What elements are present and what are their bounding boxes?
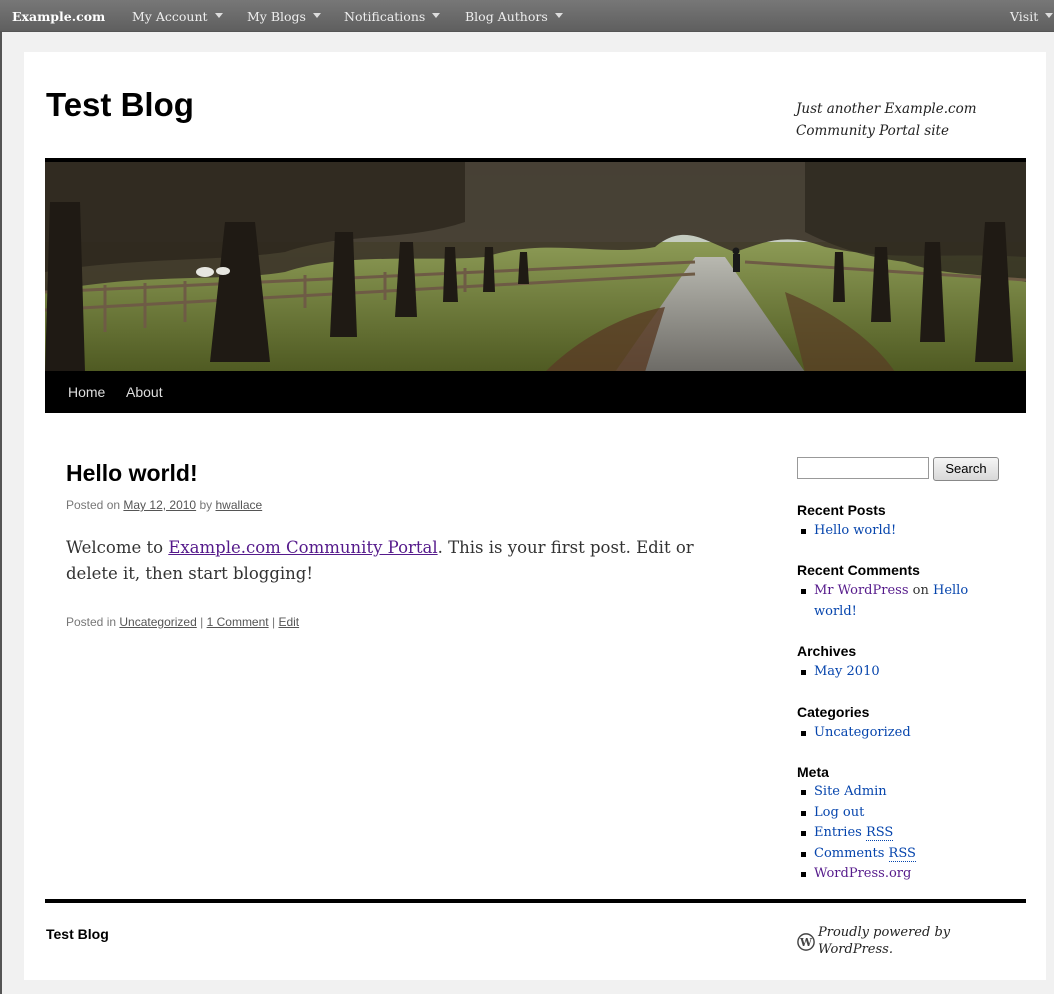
- list-item: May 2010: [800, 662, 880, 683]
- community-portal-link[interactable]: Example.com Community Portal: [168, 538, 437, 557]
- svg-text:W: W: [799, 936, 813, 949]
- search-input[interactable]: [797, 457, 929, 479]
- list-item: Uncategorized: [800, 723, 911, 744]
- chevron-down-icon: [1045, 13, 1054, 18]
- chevron-down-icon: [214, 13, 223, 18]
- adminbar-visit-menu[interactable]: Visit: [1010, 9, 1054, 24]
- archive-link[interactable]: May 2010: [814, 664, 880, 679]
- adminbar-site-link[interactable]: Example.com: [12, 9, 105, 24]
- footer-divider: [45, 899, 1026, 903]
- list-item: Mr WordPress on Hello world!: [800, 581, 980, 622]
- entries-rss-link[interactable]: Entries RSS: [814, 825, 894, 841]
- adminbar-notifications-menu[interactable]: Notifications: [344, 9, 441, 24]
- chevron-down-icon: [432, 13, 441, 18]
- comments-label: Comments: [814, 845, 885, 861]
- archives-list: May 2010: [800, 662, 880, 683]
- powered-by-link[interactable]: Proudly powered by WordPress.: [818, 924, 968, 958]
- recent-posts-list: Hello world!: [800, 521, 896, 542]
- main-navigation: Home About: [45, 371, 1026, 413]
- posted-in-label: Posted in: [66, 615, 117, 629]
- site-admin-link[interactable]: Site Admin: [814, 784, 887, 799]
- tree-lined-path-image: [45, 162, 1026, 372]
- adminbar-menu-label: My Blogs: [247, 9, 306, 24]
- post-body-text: Welcome to: [66, 538, 164, 557]
- adminbar-blog-authors-menu[interactable]: Blog Authors: [465, 9, 563, 24]
- chevron-down-icon: [554, 13, 563, 18]
- rss-abbr: RSS: [865, 825, 894, 841]
- chevron-down-icon: [312, 13, 321, 18]
- post-content: Welcome to Example.com Community Portal.…: [66, 535, 726, 587]
- post-footer-meta: Posted in Uncategorized | 1 Comment | Ed…: [66, 615, 299, 629]
- window-edge: [0, 32, 2, 994]
- post-date-link[interactable]: May 12, 2010: [123, 498, 196, 512]
- categories-heading: Categories: [797, 704, 870, 720]
- on-label: on: [912, 583, 929, 598]
- recent-post-link[interactable]: Hello world!: [814, 523, 896, 538]
- list-item: WordPress.org: [800, 864, 916, 885]
- adminbar-menu-label: Blog Authors: [465, 9, 548, 24]
- site-title[interactable]: Test Blog: [46, 86, 194, 124]
- comments-rss-link[interactable]: Comments RSS: [814, 845, 916, 862]
- edit-post-link[interactable]: Edit: [278, 615, 299, 629]
- search-button[interactable]: Search: [933, 457, 999, 481]
- comments-link[interactable]: 1 Comment: [207, 615, 269, 629]
- list-item: Comments RSS: [800, 844, 916, 865]
- post-title[interactable]: Hello world!: [66, 460, 198, 487]
- adminbar-my-blogs-menu[interactable]: My Blogs: [247, 9, 321, 24]
- separator: |: [200, 615, 204, 629]
- adminbar-menu-label: My Account: [132, 9, 208, 24]
- comment-author-link[interactable]: Mr WordPress: [814, 583, 909, 598]
- nav-item-home[interactable]: Home: [68, 384, 105, 400]
- site-description: Just another Example.com Community Porta…: [796, 101, 977, 139]
- recent-comments-list: Mr WordPress on Hello world!: [800, 581, 980, 622]
- adminbar-menu-label: Notifications: [344, 9, 426, 24]
- nav-item-about[interactable]: About: [126, 384, 163, 400]
- footer-site-title[interactable]: Test Blog: [46, 926, 109, 942]
- categories-list: Uncategorized: [800, 723, 911, 744]
- posted-on-label: Posted on: [66, 498, 121, 512]
- post-author-link[interactable]: hwallace: [215, 498, 262, 512]
- list-item: Hello world!: [800, 521, 896, 542]
- by-label: by: [199, 498, 213, 512]
- adminbar-my-account-menu[interactable]: My Account: [132, 9, 223, 24]
- wordpress-icon[interactable]: W: [797, 933, 815, 951]
- meta-list: Site Admin Log out Entries RSS Comments …: [800, 782, 916, 885]
- category-link[interactable]: Uncategorized: [814, 725, 911, 740]
- log-out-link[interactable]: Log out: [814, 805, 864, 820]
- list-item: Log out: [800, 803, 916, 824]
- wordpress-org-link[interactable]: WordPress.org: [814, 866, 911, 881]
- list-item: Entries RSS: [800, 823, 916, 844]
- meta-heading: Meta: [797, 764, 829, 780]
- admin-bar: Example.com My Account My Blogs Notifica…: [0, 0, 1054, 32]
- list-item: Site Admin: [800, 782, 916, 803]
- entries-label: Entries: [814, 825, 862, 840]
- adminbar-menu-label: Visit: [1010, 9, 1039, 24]
- archives-heading: Archives: [797, 643, 857, 659]
- recent-posts-heading: Recent Posts: [797, 502, 886, 518]
- post-meta: Posted on May 12, 2010 by hwallace: [66, 498, 262, 512]
- recent-comments-heading: Recent Comments: [797, 562, 920, 578]
- separator: |: [271, 615, 276, 629]
- rss-abbr: RSS: [888, 845, 916, 862]
- header-image: [45, 162, 1026, 372]
- category-link[interactable]: Uncategorized: [119, 615, 196, 629]
